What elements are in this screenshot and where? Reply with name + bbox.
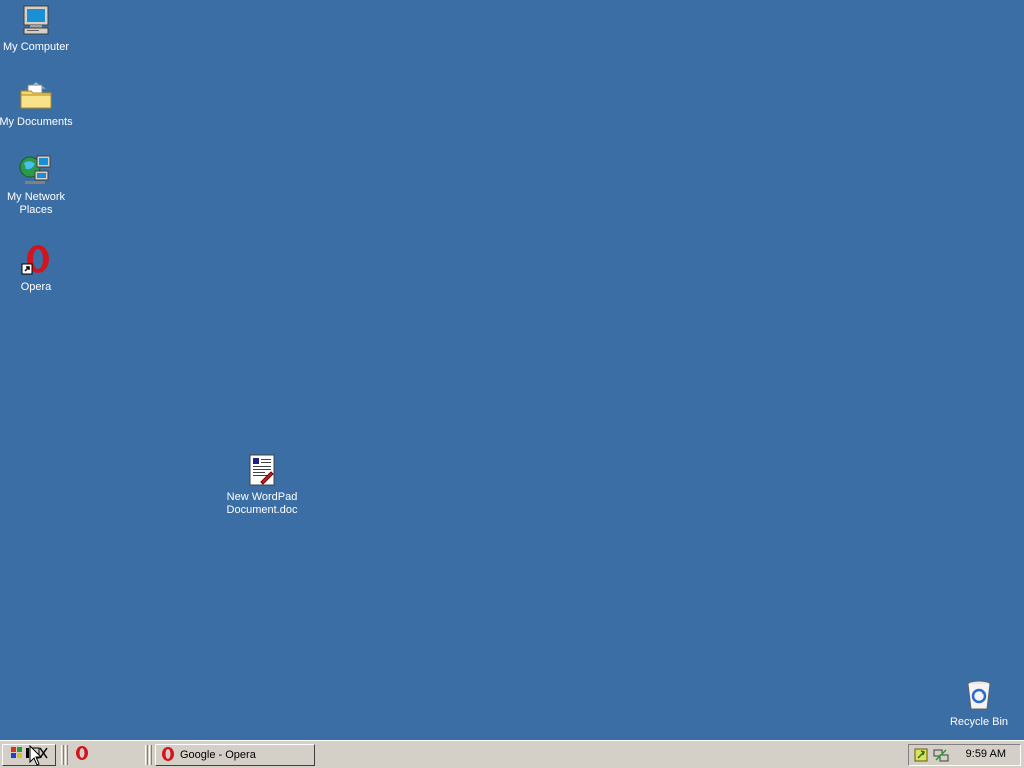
clock[interactable]: 9:59 AM xyxy=(966,748,1006,760)
connection-tray-icon[interactable] xyxy=(933,747,949,763)
computer-icon xyxy=(18,2,54,38)
desktop-icon-label: My Computer xyxy=(2,41,70,53)
taskbar: Google - Opera 9:59 AM xyxy=(0,740,1024,768)
wordpad-document-icon xyxy=(244,452,280,488)
desktop: My Computer My Documents My Network Plac… xyxy=(0,0,1024,740)
desktop-icon-wordpad-document[interactable]: New WordPad Document.doc xyxy=(224,452,300,517)
mouse-cursor-icon xyxy=(29,745,43,766)
toolbar-grip[interactable] xyxy=(149,745,152,765)
desktop-icon-label: My Documents xyxy=(0,116,73,128)
opera-icon xyxy=(74,745,90,766)
toolbar-grip[interactable] xyxy=(61,745,64,765)
desktop-icon-recycle-bin[interactable]: Recycle Bin xyxy=(941,677,1017,729)
desktop-icon-my-documents[interactable]: My Documents xyxy=(0,77,74,129)
desktop-icon-label: My Network Places xyxy=(6,191,66,216)
desktop-icon-my-network-places[interactable]: My Network Places xyxy=(0,152,74,217)
desktop-icon-opera[interactable]: Opera xyxy=(0,242,74,294)
task-button-label: Google - Opera xyxy=(180,749,256,761)
opera-icon xyxy=(160,746,176,765)
quick-launch-opera[interactable] xyxy=(72,745,92,766)
desktop-icon-label: Recycle Bin xyxy=(949,716,1009,728)
opera-shortcut-icon xyxy=(18,242,54,278)
recycle-bin-icon xyxy=(961,677,997,713)
toolbar-grip[interactable] xyxy=(145,745,148,765)
desktop-icon-label: Opera xyxy=(20,281,52,293)
network-icon xyxy=(18,152,54,188)
desktop-icon-label: New WordPad Document.doc xyxy=(226,491,298,516)
task-button-google-opera[interactable]: Google - Opera xyxy=(155,744,315,766)
toolbar-grip[interactable] xyxy=(65,745,68,765)
folder-icon xyxy=(18,77,54,113)
system-tray: 9:59 AM xyxy=(908,744,1021,766)
desktop-icon-my-computer[interactable]: My Computer xyxy=(0,2,74,54)
network-tray-icon[interactable] xyxy=(913,747,929,763)
